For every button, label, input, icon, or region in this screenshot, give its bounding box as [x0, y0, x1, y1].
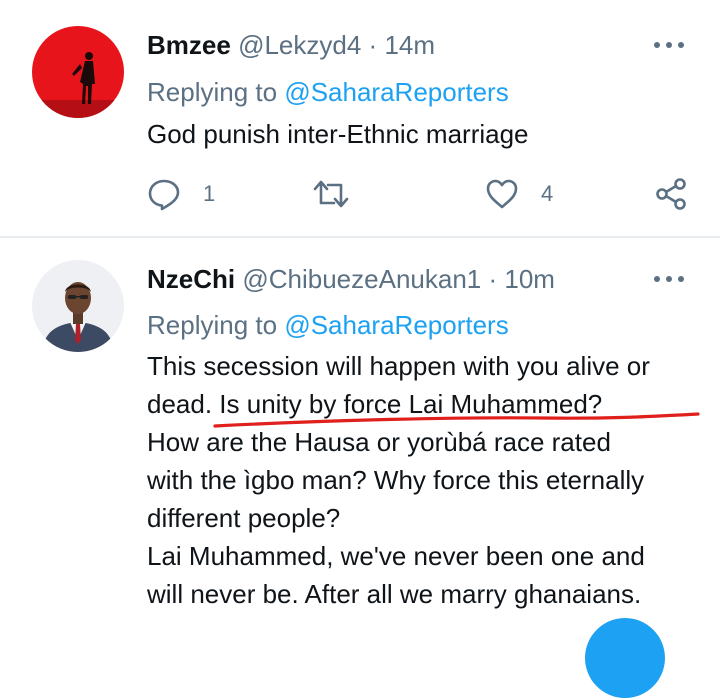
- display-name[interactable]: Bmzee: [147, 30, 231, 60]
- tweet-text-line: This secession will happen with you aliv…: [147, 351, 650, 381]
- avatar[interactable]: [32, 260, 124, 352]
- more-icon[interactable]: [654, 40, 684, 50]
- tweet-actions: 1 4: [147, 176, 687, 212]
- tweet-text: This secession will happen with you aliv…: [147, 347, 650, 613]
- tweet-text-line: different people?: [147, 503, 341, 533]
- avatar-image: [32, 26, 124, 118]
- share-icon: [656, 178, 686, 210]
- tweet-text-line: Lai Muhammed, we've never been one and: [147, 541, 645, 571]
- tweet-header: NzeChi @ChibuezeAnukan1 · 10m: [147, 264, 555, 294]
- tweet-bmzee[interactable]: Bmzee @Lekzyd4 · 14m Replying to @Sahara…: [0, 0, 720, 236]
- more-icon[interactable]: [654, 274, 684, 284]
- like-button[interactable]: 4: [485, 176, 553, 212]
- display-name[interactable]: NzeChi: [147, 264, 235, 294]
- tweet-text: God punish inter-Ethnic marriage: [147, 119, 529, 149]
- tweet-text-line: with the ìgbo man? Why force this eterna…: [147, 465, 645, 495]
- share-button[interactable]: [654, 176, 688, 212]
- timestamp[interactable]: 10m: [504, 264, 555, 294]
- mention-link[interactable]: @SaharaReporters: [284, 310, 508, 340]
- user-handle[interactable]: @ChibuezeAnukan1: [242, 264, 481, 294]
- user-handle[interactable]: @Lekzyd4: [238, 30, 361, 60]
- mention-link[interactable]: @SaharaReporters: [284, 77, 508, 107]
- like-icon: [486, 179, 518, 209]
- compose-tweet-button[interactable]: [585, 618, 665, 698]
- reply-icon: [148, 179, 180, 211]
- tweet-text-line: will never be. After all we marry ghanai…: [147, 579, 642, 609]
- replying-to: Replying to @SaharaReporters: [147, 77, 509, 107]
- like-count: 4: [541, 181, 554, 206]
- replying-label: Replying to: [147, 77, 278, 107]
- red-underline-annotation: [213, 412, 700, 428]
- retweet-button[interactable]: [312, 176, 350, 212]
- separator-dot: ·: [488, 264, 498, 294]
- reply-count: 1: [203, 181, 216, 206]
- avatar-image: [32, 260, 124, 352]
- tweet-header: Bmzee @Lekzyd4 · 14m: [147, 30, 435, 60]
- replying-label: Replying to: [147, 310, 278, 340]
- tweet-nzechi[interactable]: NzeChi @ChibuezeAnukan1 · 10m Replying t…: [0, 238, 720, 631]
- reply-button[interactable]: 1: [147, 176, 215, 212]
- avatar[interactable]: [32, 26, 124, 118]
- separator-dot: ·: [368, 30, 378, 60]
- replying-to: Replying to @SaharaReporters: [147, 310, 509, 340]
- timestamp[interactable]: 14m: [384, 30, 435, 60]
- retweet-icon: [313, 180, 349, 208]
